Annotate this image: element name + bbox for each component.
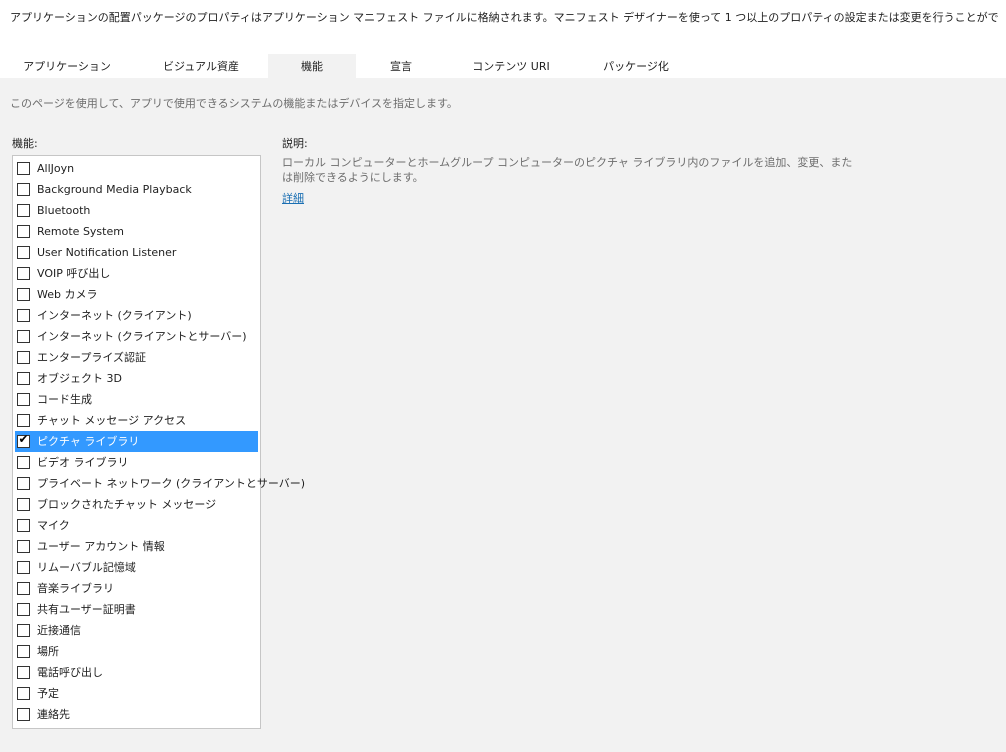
capabilities-list[interactable]: AllJoyn Background Media Playback Bluetoot… — [12, 155, 305, 729]
capability-item[interactable]: オブジェクト 3D — [15, 368, 258, 389]
capability-checkbox[interactable] — [17, 666, 30, 679]
tab-bar: アプリケーション ビジュアル資産 機能 宣言 コンテンツ URI パッケージ化 — [0, 54, 1006, 78]
capability-checkbox[interactable] — [17, 267, 30, 280]
capability-item[interactable]: Background Media Playback — [15, 179, 258, 200]
tab-packaging[interactable]: パッケージ化 — [576, 54, 696, 78]
capability-checkbox[interactable] — [17, 393, 30, 406]
capability-label: チャット メッセージ アクセス — [37, 414, 187, 427]
capability-item[interactable]: インターネット (クライアント) — [15, 305, 258, 326]
capability-label: インターネット (クライアントとサーバー) — [37, 330, 247, 343]
capability-item[interactable]: チャット メッセージ アクセス — [15, 410, 258, 431]
capability-item[interactable]: 電話呼び出し — [15, 662, 258, 683]
capability-label: インターネット (クライアント) — [37, 309, 192, 322]
capability-label: AllJoyn — [37, 162, 75, 175]
capability-item[interactable]: Web カメラ — [15, 284, 258, 305]
capability-label: エンタープライズ認証 — [37, 351, 147, 364]
capability-checkbox[interactable] — [17, 288, 30, 301]
capability-item[interactable]: Bluetooth — [15, 200, 258, 221]
tab-visual-assets[interactable]: ビジュアル資産 — [134, 54, 268, 78]
capability-checkbox[interactable] — [17, 477, 30, 490]
capability-checkbox[interactable] — [17, 414, 30, 427]
capability-item[interactable]: 連絡先 — [15, 704, 258, 725]
description-text: ローカル コンピューターとホームグループ コンピューターのピクチャ ライブラリ内… — [282, 156, 853, 184]
tab-application[interactable]: アプリケーション — [0, 54, 134, 78]
capability-item[interactable]: 音楽ライブラリ — [15, 578, 258, 599]
capability-checkbox[interactable] — [17, 561, 30, 574]
page-description: このページを使用して、アプリで使用できるシステムの機能またはデバイスを指定します… — [10, 97, 458, 110]
manifest-description: アプリケーションの配置パッケージのプロパティはアプリケーション マニフェスト フ… — [10, 11, 1000, 24]
capabilities-header: 機能: — [12, 137, 38, 150]
capability-label: ピクチャ ライブラリ — [37, 435, 140, 448]
capability-label: 電話呼び出し — [37, 666, 103, 679]
capability-item[interactable]: 近接通信 — [15, 620, 258, 641]
capability-checkbox[interactable] — [17, 204, 30, 217]
capability-checkbox[interactable] — [17, 498, 30, 511]
capability-item[interactable]: プライベート ネットワーク (クライアントとサーバー) — [15, 473, 305, 494]
capability-label: ユーザー アカウント 情報 — [37, 540, 165, 553]
capability-checkbox[interactable] — [17, 351, 30, 364]
tab-content-uris[interactable]: コンテンツ URI — [446, 54, 576, 78]
capability-label: Web カメラ — [37, 288, 98, 301]
capability-label: リムーバブル記憶域 — [37, 561, 136, 574]
capability-checkbox[interactable]: ✔ — [17, 432, 30, 448]
description-header: 説明: — [282, 137, 308, 150]
capability-item[interactable]: 共有ユーザー証明書 — [15, 599, 258, 620]
capability-checkbox[interactable] — [17, 456, 30, 469]
capability-checkbox[interactable] — [17, 225, 30, 238]
capability-checkbox[interactable] — [17, 162, 30, 175]
capability-checkbox[interactable] — [17, 309, 30, 322]
capability-item[interactable]: User Notification Listener — [15, 242, 258, 263]
capability-item[interactable]: エンタープライズ認証 — [15, 347, 258, 368]
capability-item[interactable]: ユーザー アカウント 情報 — [15, 536, 258, 557]
capability-checkbox[interactable] — [17, 603, 30, 616]
capability-checkbox[interactable] — [17, 330, 30, 343]
capability-label: ブロックされたチャット メッセージ — [37, 498, 217, 511]
capability-item[interactable]: インターネット (クライアントとサーバー) — [15, 326, 258, 347]
capability-item[interactable]: ✔ ピクチャ ライブラリ — [15, 431, 258, 452]
capability-item[interactable]: VOIP 呼び出し — [15, 263, 258, 284]
capability-label: オブジェクト 3D — [37, 372, 122, 385]
capability-checkbox[interactable] — [17, 372, 30, 385]
tab-declarations[interactable]: 宣言 — [356, 54, 446, 78]
capability-item[interactable]: 場所 — [15, 641, 258, 662]
capability-label: プライベート ネットワーク (クライアントとサーバー) — [37, 477, 306, 490]
capability-label: 近接通信 — [37, 624, 81, 637]
capabilities-panel: このページを使用して、アプリで使用できるシステムの機能またはデバイスを指定します… — [0, 78, 1006, 752]
capability-label: Remote System — [37, 225, 124, 238]
capability-label: 予定 — [37, 687, 59, 700]
capability-label: VOIP 呼び出し — [37, 267, 111, 280]
capability-item[interactable]: ビデオ ライブラリ — [15, 452, 258, 473]
capability-checkbox[interactable] — [17, 246, 30, 259]
capability-checkbox[interactable] — [17, 183, 30, 196]
tab-capabilities[interactable]: 機能 — [268, 54, 356, 78]
capability-label: マイク — [37, 519, 70, 532]
capability-item[interactable]: マイク — [15, 515, 258, 536]
capability-item[interactable]: ブロックされたチャット メッセージ — [15, 494, 258, 515]
capability-label: Background Media Playback — [37, 183, 192, 196]
capability-checkbox[interactable] — [17, 519, 30, 532]
capability-item[interactable]: AllJoyn — [15, 158, 258, 179]
capability-label: User Notification Listener — [37, 246, 177, 259]
capability-item[interactable]: 予定 — [15, 683, 258, 704]
checkmark-icon: ✔ — [18, 432, 29, 446]
capability-label: Bluetooth — [37, 204, 91, 217]
capability-checkbox[interactable] — [17, 624, 30, 637]
capability-checkbox[interactable] — [17, 540, 30, 553]
capability-label: 場所 — [37, 645, 59, 658]
capability-checkbox[interactable] — [17, 708, 30, 721]
capability-item[interactable]: Remote System — [15, 221, 258, 242]
more-info-link[interactable]: 詳細 — [282, 190, 304, 206]
capability-label: 連絡先 — [37, 708, 70, 721]
capability-label: 音楽ライブラリ — [37, 582, 114, 595]
capability-checkbox[interactable] — [17, 645, 30, 658]
capability-label: 共有ユーザー証明書 — [37, 603, 136, 616]
capability-item[interactable]: コード生成 — [15, 389, 258, 410]
capability-checkbox[interactable] — [17, 582, 30, 595]
capability-label: ビデオ ライブラリ — [37, 456, 129, 469]
capability-label: コード生成 — [37, 393, 92, 406]
capability-item[interactable]: リムーバブル記憶域 — [15, 557, 258, 578]
capability-checkbox[interactable] — [17, 687, 30, 700]
